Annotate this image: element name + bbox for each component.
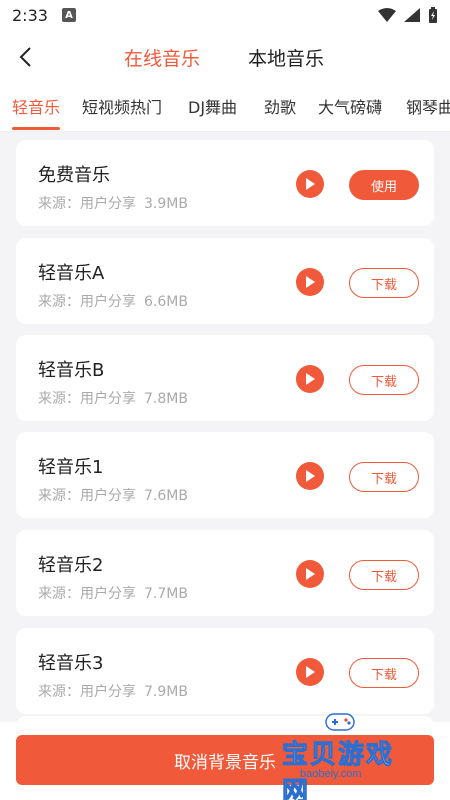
song-source: 来源：用户分享 xyxy=(38,391,136,407)
back-button[interactable] xyxy=(10,42,40,72)
download-button[interactable]: 下载 xyxy=(349,268,419,298)
song-meta: 来源：用户分享 3.9MB xyxy=(38,193,196,213)
song-title: 轻音乐A xyxy=(38,263,105,284)
download-button[interactable]: 下载 xyxy=(349,462,419,492)
song-source: 来源：用户分享 xyxy=(38,488,136,504)
song-title: 轻音乐2 xyxy=(38,555,104,576)
category-short-video[interactable]: 短视频热门 xyxy=(82,94,162,118)
song-meta: 来源：用户分享 7.8MB xyxy=(38,388,196,408)
category-active-indicator xyxy=(12,127,60,130)
tab-local-music[interactable]: 本地音乐 xyxy=(248,44,324,71)
tab-online-music[interactable]: 在线音乐 xyxy=(124,44,200,71)
song-card: 轻音乐3 来源：用户分享 7.9MB 下载 xyxy=(16,628,434,714)
song-card: 轻音乐B 来源：用户分享 7.8MB 下载 xyxy=(16,335,434,421)
play-button[interactable] xyxy=(296,268,324,296)
song-list: 免费音乐 来源：用户分享 3.9MB 使用 轻音乐A 来源：用户分享 6.6MB 下… xyxy=(0,132,450,722)
use-button[interactable]: 使用 xyxy=(349,170,419,200)
song-card: 轻音乐A 来源：用户分享 6.6MB 下载 xyxy=(16,238,434,324)
status-time: 2:33 xyxy=(12,5,48,25)
play-button[interactable] xyxy=(296,365,324,393)
song-card: 轻音乐1 来源：用户分享 7.6MB 下载 xyxy=(16,432,434,518)
play-icon xyxy=(306,373,315,385)
song-meta: 来源：用户分享 6.6MB xyxy=(38,291,196,311)
battery-icon xyxy=(429,7,437,23)
wifi-icon xyxy=(378,8,396,22)
download-button[interactable]: 下载 xyxy=(349,560,419,590)
watermark: 宝贝游戏网 baobeiy.com xyxy=(270,706,420,800)
category-epic[interactable]: 大气磅礴 xyxy=(318,94,382,118)
song-source: 来源：用户分享 xyxy=(38,196,136,212)
download-button[interactable]: 下载 xyxy=(349,658,419,688)
song-meta: 来源：用户分享 7.6MB xyxy=(38,485,196,505)
play-icon xyxy=(306,568,315,580)
header: 在线音乐 本地音乐 xyxy=(0,30,450,82)
song-size: 7.7MB xyxy=(144,586,188,602)
play-icon xyxy=(306,666,315,678)
play-icon xyxy=(306,276,315,288)
category-bar: 轻音乐 短视频热门 DJ舞曲 劲歌 大气磅礴 钢琴曲 xyxy=(0,82,450,132)
song-source: 来源：用户分享 xyxy=(38,294,136,310)
watermark-url: baobeiy.com xyxy=(300,768,362,780)
category-light-music[interactable]: 轻音乐 xyxy=(12,94,60,118)
play-button[interactable] xyxy=(296,560,324,588)
song-card: 免费音乐 来源：用户分享 3.9MB 使用 xyxy=(16,140,434,226)
category-piano[interactable]: 钢琴曲 xyxy=(406,94,450,118)
play-icon xyxy=(306,178,315,190)
song-size: 6.6MB xyxy=(144,294,188,310)
song-title: 轻音乐B xyxy=(38,360,105,381)
play-button[interactable] xyxy=(296,462,324,490)
song-size: 3.9MB xyxy=(144,196,188,212)
play-icon xyxy=(306,470,315,482)
category-dj[interactable]: DJ舞曲 xyxy=(188,94,237,118)
song-title: 免费音乐 xyxy=(38,165,110,186)
song-title: 轻音乐1 xyxy=(38,457,104,478)
song-meta: 来源：用户分享 7.7MB xyxy=(38,583,196,603)
category-power-song[interactable]: 劲歌 xyxy=(264,94,296,118)
song-card: 轻音乐2 来源：用户分享 7.7MB 下载 xyxy=(16,530,434,616)
signal-icon xyxy=(404,8,420,22)
play-button[interactable] xyxy=(296,170,324,198)
song-title: 轻音乐3 xyxy=(38,653,104,674)
status-icons xyxy=(378,7,438,23)
watermark-text: 宝贝游戏网 xyxy=(282,740,395,800)
notification-icon: A xyxy=(61,8,76,22)
play-button[interactable] xyxy=(296,658,324,686)
gamepad-icon xyxy=(325,713,355,731)
song-size: 7.8MB xyxy=(144,391,188,407)
song-meta: 来源：用户分享 7.9MB xyxy=(38,681,196,701)
song-size: 7.6MB xyxy=(144,488,188,504)
song-source: 来源：用户分享 xyxy=(38,586,136,602)
song-source: 来源：用户分享 xyxy=(38,684,136,700)
chevron-left-icon xyxy=(19,47,31,67)
download-button[interactable]: 下载 xyxy=(349,365,419,395)
song-size: 7.9MB xyxy=(144,684,188,700)
status-bar: 2:33 A xyxy=(0,0,450,30)
